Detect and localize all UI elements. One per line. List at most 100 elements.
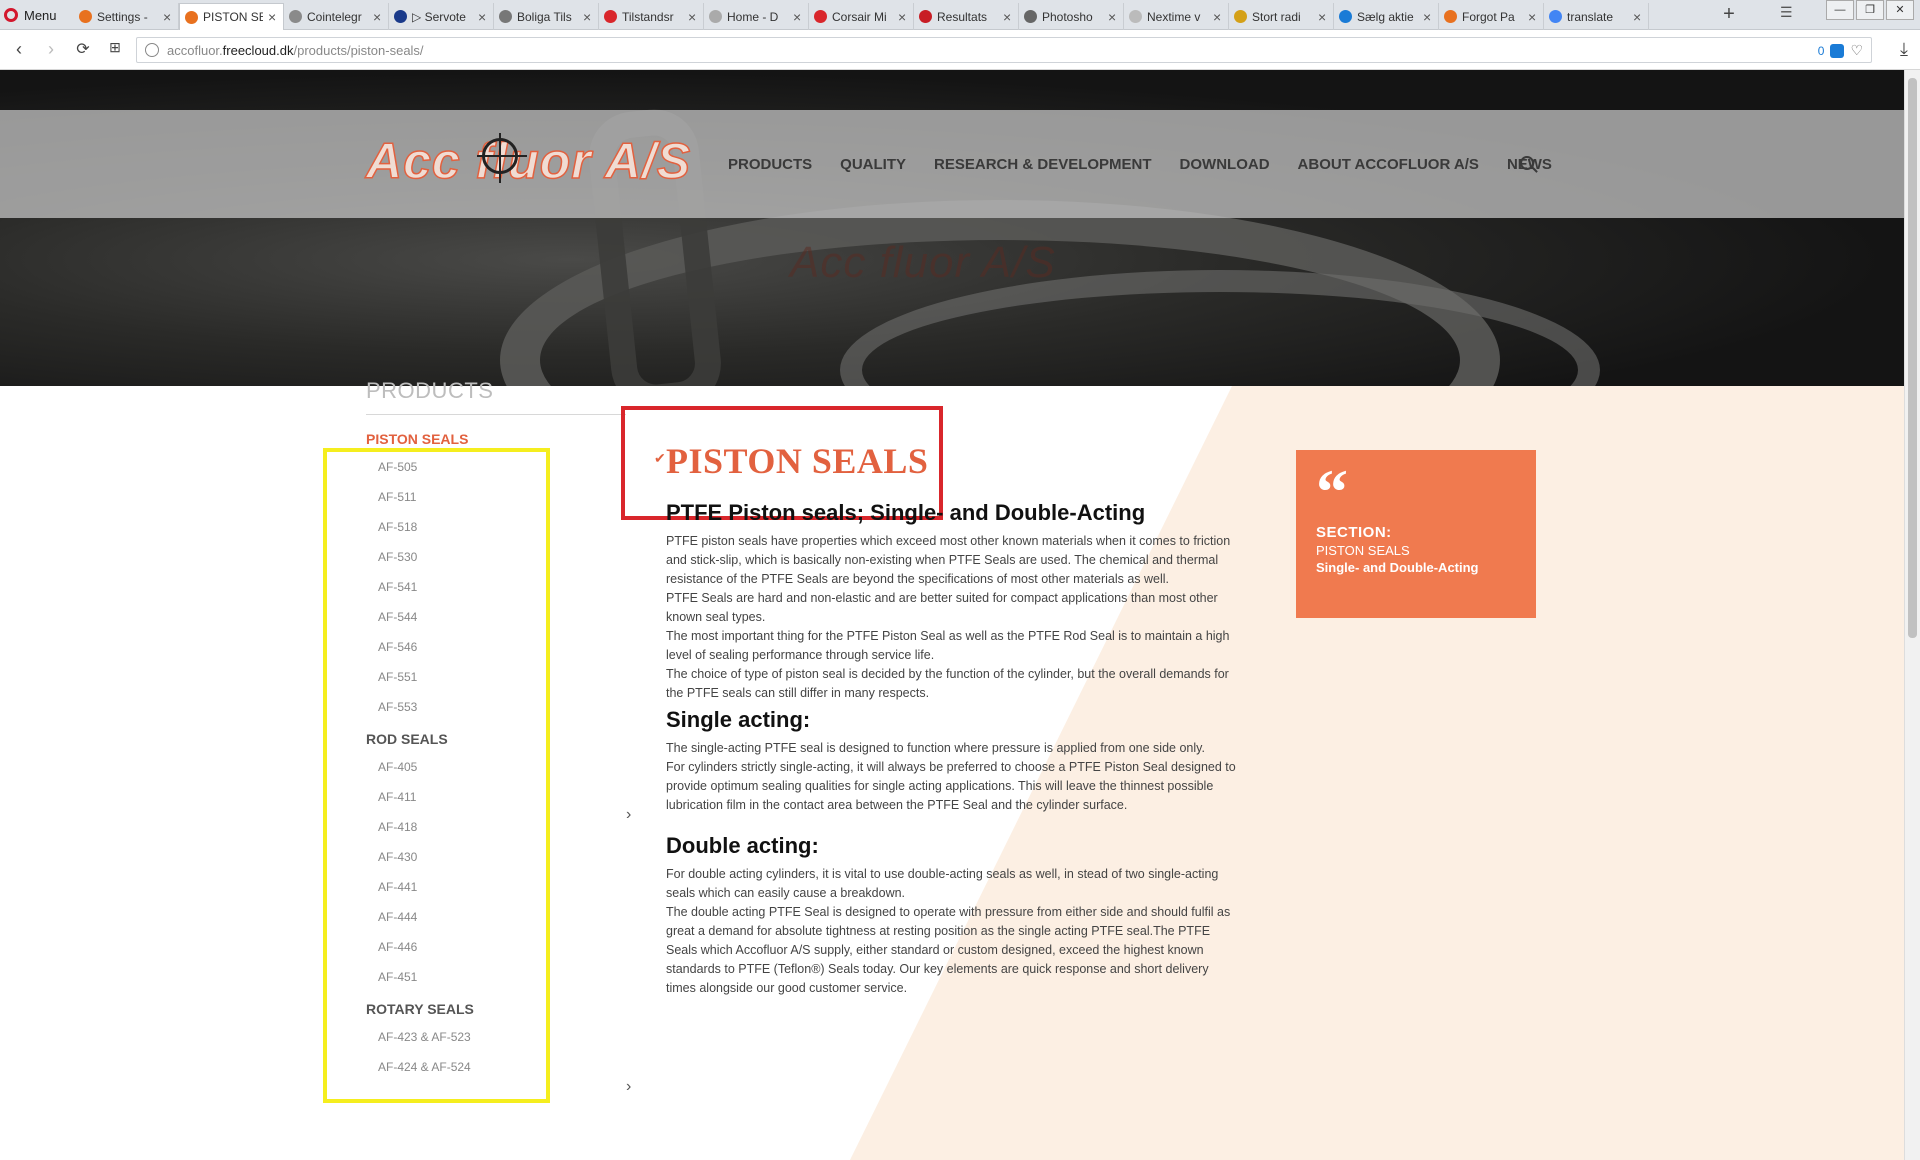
tab-close-icon[interactable]: × bbox=[268, 9, 278, 25]
section-box: “ SECTION: PISTON SEALS Single- and Doub… bbox=[1296, 450, 1536, 618]
tab-title: Cointelegr bbox=[307, 9, 362, 24]
tab-close-icon[interactable]: × bbox=[1528, 9, 1538, 25]
browser-tab[interactable]: translate × bbox=[1544, 3, 1649, 30]
url-input[interactable]: accofluor. freecloud.dk/products/piston-s… bbox=[136, 37, 1872, 63]
tab-close-icon[interactable]: × bbox=[1108, 9, 1118, 25]
browser-tab[interactable]: Corsair Mi × bbox=[809, 3, 914, 30]
main-nav: PRODUCTS QUALITY RESEARCH & DEVELOPMENT DOW… bbox=[728, 156, 1552, 173]
browser-tab[interactable]: Stort radi × bbox=[1229, 3, 1334, 30]
title-check-icon: ✔ bbox=[654, 450, 666, 466]
double-acting-heading: Double acting: bbox=[666, 833, 819, 858]
tab-close-icon[interactable]: × bbox=[583, 9, 593, 25]
tab-title: Stort radi bbox=[1252, 9, 1301, 24]
adblock-count[interactable]: 0 bbox=[1818, 44, 1825, 58]
site-logo[interactable]: Acc fluor A/S bbox=[365, 132, 692, 190]
article-paragraph: For double acting cylinders, it is vital… bbox=[666, 867, 1219, 900]
browser-tab[interactable]: Photosho × bbox=[1019, 3, 1124, 30]
page-scrollbar[interactable] bbox=[1904, 70, 1920, 1160]
nav-item-download[interactable]: DOWNLOAD bbox=[1180, 156, 1270, 173]
speed-dial-icon[interactable]: ⊞ bbox=[104, 39, 126, 56]
globe-icon bbox=[145, 43, 159, 57]
browser-tab[interactable]: Nextime v × bbox=[1124, 3, 1229, 30]
tab-close-icon[interactable]: × bbox=[1423, 9, 1433, 25]
browser-tab[interactable]: Settings - × bbox=[74, 3, 179, 30]
tab-menu-icon[interactable]: ☰ bbox=[1780, 4, 1793, 21]
browser-tab[interactable]: Home - D × bbox=[704, 3, 809, 30]
browser-tab[interactable]: Sælg aktie × bbox=[1334, 3, 1439, 30]
article-paragraph: PTFE Seals are hard and non-elastic and … bbox=[666, 591, 1218, 624]
nav-item-products[interactable]: PRODUCTS bbox=[728, 156, 812, 173]
maximize-button[interactable]: ❐ bbox=[1856, 0, 1884, 20]
tab-favicon-icon bbox=[1444, 10, 1457, 23]
browser-tab[interactable]: ▷ Servote × bbox=[389, 3, 494, 30]
tab-title: Sælg aktie bbox=[1357, 9, 1414, 24]
single-acting-heading: Single acting: bbox=[666, 707, 811, 732]
url-prefix: accofluor. bbox=[167, 42, 223, 58]
browser-tab[interactable]: PISTON SE × bbox=[179, 3, 284, 30]
tab-close-icon[interactable]: × bbox=[793, 9, 803, 25]
adblock-icon[interactable] bbox=[1830, 43, 1845, 58]
browser-tab[interactable]: Resultats × bbox=[914, 3, 1019, 30]
url-path: /products/piston-seals/ bbox=[293, 42, 424, 58]
article-subtitle: PTFE Piston seals; Single- and Double-Ac… bbox=[666, 500, 1146, 525]
tab-favicon-icon bbox=[1234, 10, 1247, 23]
section-line-2: Single- and Double-Acting bbox=[1316, 560, 1479, 575]
reload-button[interactable]: ⟳ bbox=[72, 39, 94, 59]
tab-close-icon[interactable]: × bbox=[1003, 9, 1013, 25]
nav-item-quality[interactable]: QUALITY bbox=[840, 156, 906, 173]
opera-logo-icon bbox=[4, 8, 18, 22]
tab-favicon-icon bbox=[289, 10, 302, 23]
article-paragraph: The single-acting PTFE seal is designed … bbox=[666, 741, 1205, 755]
tab-close-icon[interactable]: × bbox=[1213, 9, 1223, 25]
nav-item-about-accofluor-a-s[interactable]: ABOUT ACCOFLUOR A/S bbox=[1298, 156, 1479, 173]
close-window-button[interactable]: ✕ bbox=[1886, 0, 1914, 20]
tab-favicon-icon bbox=[1339, 10, 1352, 23]
sidebar-title: PRODUCTS bbox=[366, 378, 626, 415]
tab-close-icon[interactable]: × bbox=[373, 9, 383, 25]
browser-tab[interactable]: Boliga Tils × bbox=[494, 3, 599, 30]
quote-icon: “ bbox=[1316, 456, 1348, 527]
back-button[interactable]: ‹ bbox=[8, 39, 30, 60]
tab-strip: Settings - × PISTON SE × Cointelegr × ▷ Servot… bbox=[74, 3, 1649, 30]
tab-title: Forgot Pa bbox=[1462, 9, 1515, 24]
tab-title: Photosho bbox=[1042, 9, 1093, 24]
tab-title: translate bbox=[1567, 9, 1614, 24]
article-paragraph: For cylinders strictly single-acting, it… bbox=[666, 760, 1236, 812]
forward-button[interactable]: › bbox=[40, 39, 62, 60]
rod-seals-chevron-icon[interactable]: › bbox=[626, 806, 631, 824]
section-label: SECTION: bbox=[1316, 524, 1392, 541]
browser-menu-label: Menu bbox=[24, 7, 57, 23]
tab-close-icon[interactable]: × bbox=[688, 9, 698, 25]
article-paragraph: The most important thing for the PTFE Pi… bbox=[666, 629, 1230, 662]
tab-close-icon[interactable]: × bbox=[1318, 9, 1328, 25]
scrollbar-thumb[interactable] bbox=[1908, 78, 1917, 638]
tab-favicon-icon bbox=[604, 10, 617, 23]
tab-favicon-icon bbox=[79, 10, 92, 23]
new-tab-button[interactable]: + bbox=[1718, 3, 1740, 25]
article-paragraph: The double acting PTFE Seal is designed … bbox=[666, 905, 1231, 995]
tab-close-icon[interactable]: × bbox=[1633, 9, 1643, 25]
tab-title: PISTON SE bbox=[203, 10, 263, 24]
search-icon[interactable] bbox=[1520, 156, 1534, 170]
tab-title: Tilstandsr bbox=[622, 9, 674, 24]
tab-close-icon[interactable]: × bbox=[163, 9, 173, 25]
minimize-button[interactable]: — bbox=[1826, 0, 1854, 20]
sidebar-cat-piston-seals[interactable]: PISTON SEALS bbox=[366, 431, 636, 447]
tab-close-icon[interactable]: × bbox=[478, 9, 488, 25]
browser-tab[interactable]: Forgot Pa × bbox=[1439, 3, 1544, 30]
tab-favicon-icon bbox=[1024, 10, 1037, 23]
browser-tab[interactable]: Tilstandsr × bbox=[599, 3, 704, 30]
tab-title: Corsair Mi bbox=[832, 9, 887, 24]
download-icon[interactable]: ⤓ bbox=[1900, 39, 1908, 60]
nav-item-research-development[interactable]: RESEARCH & DEVELOPMENT bbox=[934, 156, 1152, 173]
tab-favicon-icon bbox=[499, 10, 512, 23]
tab-favicon-icon bbox=[1129, 10, 1142, 23]
rotary-seals-chevron-icon[interactable]: › bbox=[626, 1078, 631, 1096]
tab-title: ▷ Servote bbox=[412, 9, 466, 24]
section-line-1: PISTON SEALS bbox=[1316, 543, 1410, 558]
browser-tab[interactable]: Cointelegr × bbox=[284, 3, 389, 30]
browser-menu-button[interactable]: Menu bbox=[4, 4, 57, 26]
logo-text: Acc fluor A/S bbox=[365, 132, 692, 190]
bookmark-heart-icon[interactable]: ♡ bbox=[1850, 42, 1863, 59]
tab-close-icon[interactable]: × bbox=[898, 9, 908, 25]
